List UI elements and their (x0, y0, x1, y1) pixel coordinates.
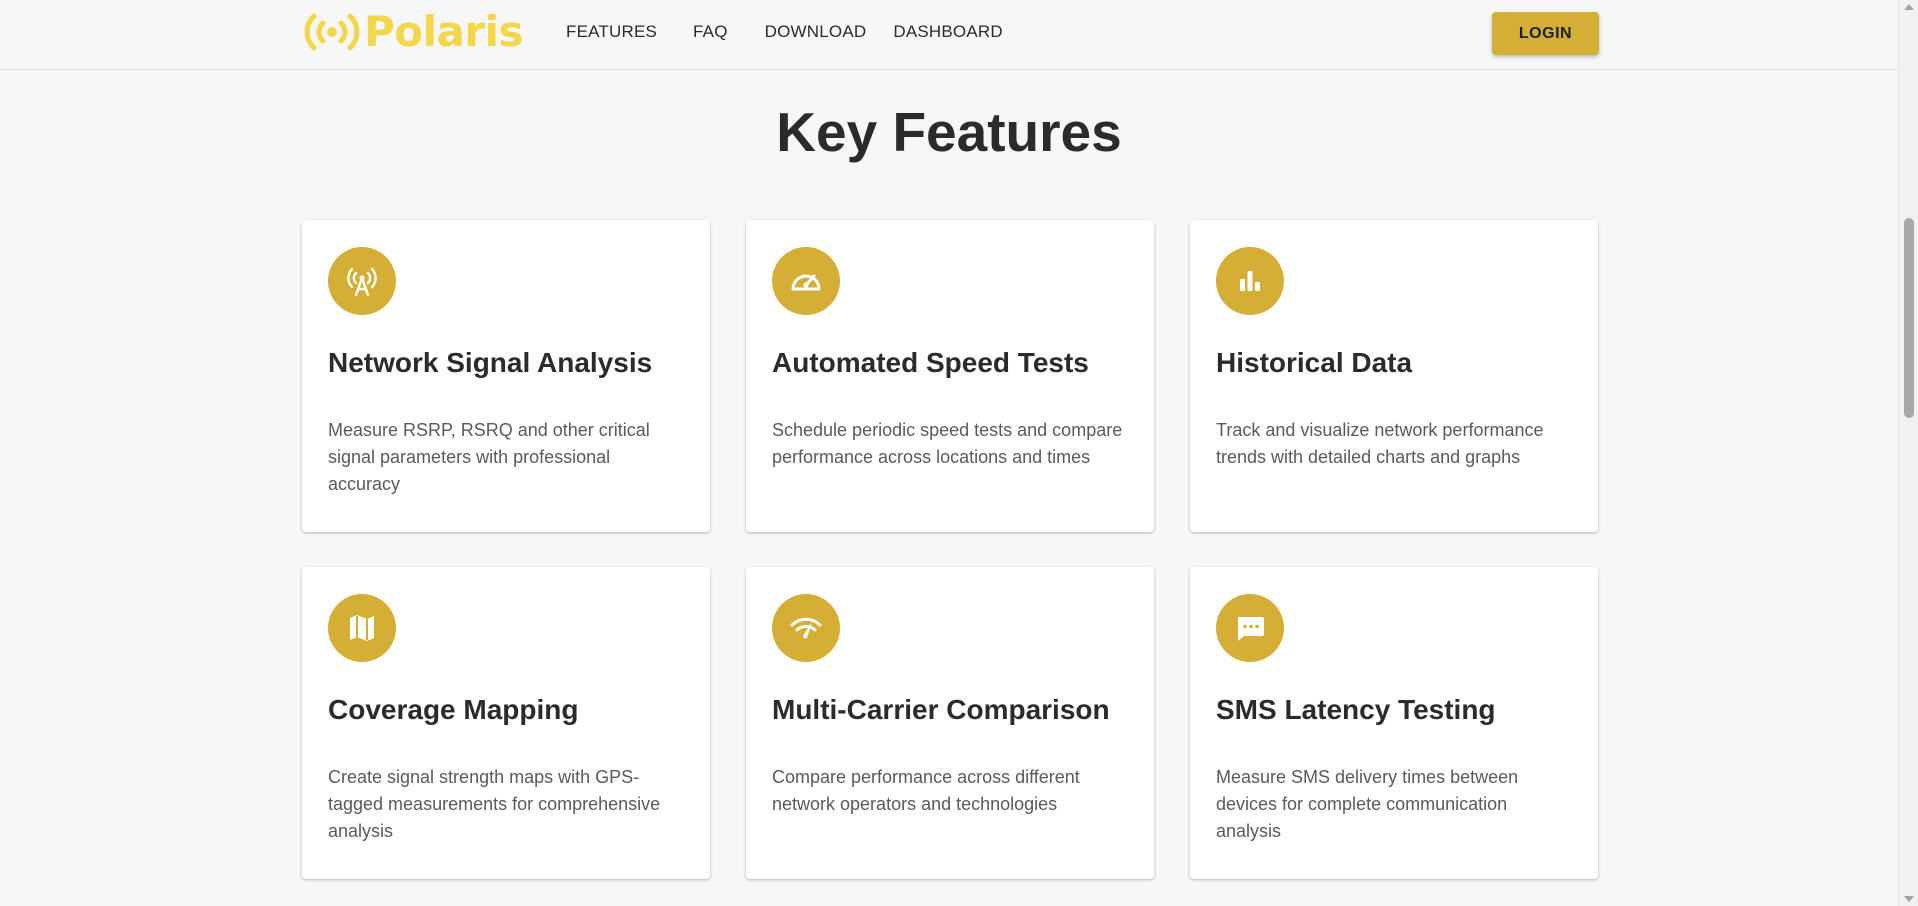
top-header: Polaris FEATURES FAQ DOWNLOAD DASHBOARD … (0, 0, 1898, 70)
feature-card-automated-speed-tests: Automated Speed Tests Schedule periodic … (746, 220, 1154, 532)
broadcast-icon (302, 10, 362, 54)
nav-download[interactable]: DOWNLOAD (765, 22, 867, 42)
feature-card-sms-latency-testing: SMS Latency Testing Measure SMS delivery… (1190, 567, 1598, 879)
feature-card-network-signal-analysis: Network Signal Analysis Measure RSRP, RS… (302, 220, 710, 532)
feature-title: Coverage Mapping (328, 694, 579, 725)
feature-title: Automated Speed Tests (772, 347, 1089, 378)
feature-title: Multi-Carrier Comparison (772, 694, 1110, 725)
feature-title: Historical Data (1216, 347, 1413, 378)
scroll-up-icon[interactable] (1904, 4, 1914, 10)
feature-description: Track and visualize network performance … (1216, 420, 1544, 467)
feature-card-historical-data: Historical Data Track and visualize netw… (1190, 220, 1598, 532)
feature-description: Compare performance across different net… (772, 767, 1080, 814)
map-icon (328, 594, 396, 662)
brand-name: Polaris (364, 7, 523, 56)
nav-faq[interactable]: FAQ (693, 22, 728, 42)
vertical-scrollbar[interactable] (1898, 0, 1918, 906)
feature-description: Measure RSRP, RSRQ and other critical si… (328, 420, 650, 494)
feature-description: Create signal strength maps with GPS-tag… (328, 767, 661, 841)
bar-chart-icon (1216, 247, 1284, 315)
feature-title: SMS Latency Testing (1216, 694, 1496, 725)
scrollbar-thumb[interactable] (1904, 218, 1914, 418)
feature-card-coverage-mapping: Coverage Mapping Create signal strength … (302, 567, 710, 879)
nav-features[interactable]: FEATURES (566, 22, 657, 42)
nav-dashboard[interactable]: DASHBOARD (893, 22, 1003, 42)
section-title: Key Features (776, 101, 1122, 163)
sms-icon (1216, 594, 1284, 662)
feature-title: Network Signal Analysis (328, 347, 653, 378)
antenna-icon (328, 247, 396, 315)
speedometer-icon (772, 247, 840, 315)
feature-description: Measure SMS delivery times between devic… (1216, 767, 1519, 841)
network-check-icon (772, 594, 840, 662)
main-nav: FEATURES FAQ DOWNLOAD DASHBOARD (566, 0, 1030, 64)
page: Polaris FEATURES FAQ DOWNLOAD DASHBOARD … (0, 0, 1898, 906)
feature-description: Schedule periodic speed tests and compar… (772, 420, 1123, 467)
login-button[interactable]: LOGIN (1492, 12, 1599, 55)
scroll-down-icon[interactable] (1904, 896, 1914, 902)
brand-logo[interactable]: Polaris (302, 10, 523, 54)
feature-card-multi-carrier-comparison: Multi-Carrier Comparison Compare perform… (746, 567, 1154, 879)
